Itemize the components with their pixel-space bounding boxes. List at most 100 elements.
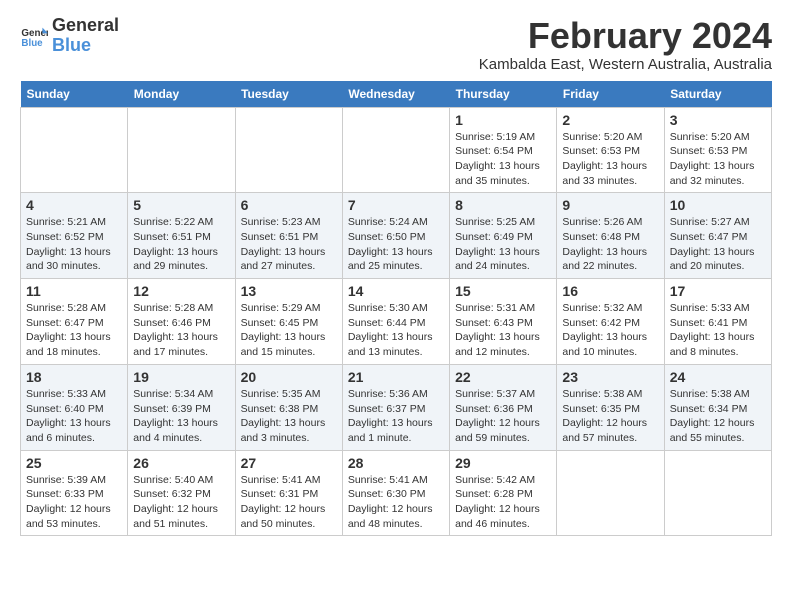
calendar-cell: 27 Sunrise: 5:41 AM Sunset: 6:31 PM Dayli… (235, 450, 342, 536)
header-area: General Blue General Blue February 2024 … (20, 16, 772, 73)
day-number: 8 (455, 197, 551, 213)
calendar-cell: 24 Sunrise: 5:38 AM Sunset: 6:34 PM Dayli… (664, 364, 771, 450)
calendar-table: SundayMondayTuesdayWednesdayThursdayFrid… (20, 81, 772, 537)
day-number: 24 (670, 369, 766, 385)
day-info: Sunrise: 5:24 AM Sunset: 6:50 PM Dayligh… (348, 215, 444, 274)
calendar-cell (235, 107, 342, 193)
calendar-cell: 29 Sunrise: 5:42 AM Sunset: 6:28 PM Dayli… (450, 450, 557, 536)
day-number: 11 (26, 283, 122, 299)
day-number: 1 (455, 112, 551, 128)
weekday-header-tuesday: Tuesday (235, 81, 342, 108)
calendar-week-row: 18 Sunrise: 5:33 AM Sunset: 6:40 PM Dayli… (21, 364, 772, 450)
calendar-cell: 4 Sunrise: 5:21 AM Sunset: 6:52 PM Daylig… (21, 193, 128, 279)
day-info: Sunrise: 5:25 AM Sunset: 6:49 PM Dayligh… (455, 215, 551, 274)
day-info: Sunrise: 5:28 AM Sunset: 6:46 PM Dayligh… (133, 301, 229, 360)
day-info: Sunrise: 5:29 AM Sunset: 6:45 PM Dayligh… (241, 301, 337, 360)
day-number: 12 (133, 283, 229, 299)
day-info: Sunrise: 5:35 AM Sunset: 6:38 PM Dayligh… (241, 387, 337, 446)
day-info: Sunrise: 5:37 AM Sunset: 6:36 PM Dayligh… (455, 387, 551, 446)
day-info: Sunrise: 5:31 AM Sunset: 6:43 PM Dayligh… (455, 301, 551, 360)
day-info: Sunrise: 5:28 AM Sunset: 6:47 PM Dayligh… (26, 301, 122, 360)
day-number: 13 (241, 283, 337, 299)
calendar-cell: 26 Sunrise: 5:40 AM Sunset: 6:32 PM Dayli… (128, 450, 235, 536)
calendar-cell: 18 Sunrise: 5:33 AM Sunset: 6:40 PM Dayli… (21, 364, 128, 450)
logo-icon: General Blue (20, 22, 48, 50)
calendar-cell (664, 450, 771, 536)
day-info: Sunrise: 5:38 AM Sunset: 6:34 PM Dayligh… (670, 387, 766, 446)
day-number: 16 (562, 283, 658, 299)
calendar-cell: 7 Sunrise: 5:24 AM Sunset: 6:50 PM Daylig… (342, 193, 449, 279)
day-info: Sunrise: 5:19 AM Sunset: 6:54 PM Dayligh… (455, 130, 551, 189)
calendar-week-row: 1 Sunrise: 5:19 AM Sunset: 6:54 PM Daylig… (21, 107, 772, 193)
day-number: 14 (348, 283, 444, 299)
day-number: 28 (348, 455, 444, 471)
calendar-cell: 2 Sunrise: 5:20 AM Sunset: 6:53 PM Daylig… (557, 107, 664, 193)
calendar-cell (557, 450, 664, 536)
day-number: 26 (133, 455, 229, 471)
day-number: 7 (348, 197, 444, 213)
calendar-cell: 9 Sunrise: 5:26 AM Sunset: 6:48 PM Daylig… (557, 193, 664, 279)
calendar-cell: 15 Sunrise: 5:31 AM Sunset: 6:43 PM Dayli… (450, 279, 557, 365)
weekday-header-friday: Friday (557, 81, 664, 108)
day-info: Sunrise: 5:41 AM Sunset: 6:31 PM Dayligh… (241, 473, 337, 532)
calendar-cell: 17Sunrise: 5:33 AM Sunset: 6:41 PM Dayli… (664, 279, 771, 365)
day-info: Sunrise: 5:39 AM Sunset: 6:33 PM Dayligh… (26, 473, 122, 532)
weekday-header-monday: Monday (128, 81, 235, 108)
day-number: 15 (455, 283, 551, 299)
weekday-header-saturday: Saturday (664, 81, 771, 108)
day-info: Sunrise: 5:22 AM Sunset: 6:51 PM Dayligh… (133, 215, 229, 274)
calendar-cell: 1 Sunrise: 5:19 AM Sunset: 6:54 PM Daylig… (450, 107, 557, 193)
subtitle: Kambalda East, Western Australia, Austra… (479, 56, 772, 73)
calendar-cell (128, 107, 235, 193)
day-info: Sunrise: 5:42 AM Sunset: 6:28 PM Dayligh… (455, 473, 551, 532)
day-info: Sunrise: 5:38 AM Sunset: 6:35 PM Dayligh… (562, 387, 658, 446)
day-number: 19 (133, 369, 229, 385)
day-number: 20 (241, 369, 337, 385)
day-number: 18 (26, 369, 122, 385)
logo-text: General Blue (52, 16, 119, 56)
day-number: 29 (455, 455, 551, 471)
weekday-header-wednesday: Wednesday (342, 81, 449, 108)
day-number: 3 (670, 112, 766, 128)
svg-text:Blue: Blue (21, 38, 43, 49)
calendar-cell: 14 Sunrise: 5:30 AM Sunset: 6:44 PM Dayli… (342, 279, 449, 365)
day-number: 27 (241, 455, 337, 471)
day-info: Sunrise: 5:21 AM Sunset: 6:52 PM Dayligh… (26, 215, 122, 274)
calendar-cell: 25Sunrise: 5:39 AM Sunset: 6:33 PM Dayli… (21, 450, 128, 536)
day-number: 23 (562, 369, 658, 385)
day-number: 5 (133, 197, 229, 213)
day-info: Sunrise: 5:40 AM Sunset: 6:32 PM Dayligh… (133, 473, 229, 532)
day-number: 2 (562, 112, 658, 128)
calendar-cell (342, 107, 449, 193)
calendar-cell: 12 Sunrise: 5:28 AM Sunset: 6:46 PM Dayli… (128, 279, 235, 365)
day-info: Sunrise: 5:20 AM Sunset: 6:53 PM Dayligh… (562, 130, 658, 189)
calendar-cell: 10 Sunrise: 5:27 AM Sunset: 6:47 PM Dayli… (664, 193, 771, 279)
weekday-header-sunday: Sunday (21, 81, 128, 108)
calendar-cell: 28Sunrise: 5:41 AM Sunset: 6:30 PM Dayli… (342, 450, 449, 536)
calendar-cell: 5 Sunrise: 5:22 AM Sunset: 6:51 PM Daylig… (128, 193, 235, 279)
calendar-week-row: 11 Sunrise: 5:28 AM Sunset: 6:47 PM Dayli… (21, 279, 772, 365)
day-info: Sunrise: 5:33 AM Sunset: 6:41 PM Dayligh… (670, 301, 766, 360)
calendar-cell (21, 107, 128, 193)
day-number: 4 (26, 197, 122, 213)
calendar-cell: 3 Sunrise: 5:20 AM Sunset: 6:53 PM Daylig… (664, 107, 771, 193)
day-info: Sunrise: 5:26 AM Sunset: 6:48 PM Dayligh… (562, 215, 658, 274)
day-info: Sunrise: 5:30 AM Sunset: 6:44 PM Dayligh… (348, 301, 444, 360)
day-info: Sunrise: 5:33 AM Sunset: 6:40 PM Dayligh… (26, 387, 122, 446)
day-info: Sunrise: 5:20 AM Sunset: 6:53 PM Dayligh… (670, 130, 766, 189)
day-number: 21 (348, 369, 444, 385)
weekday-header-thursday: Thursday (450, 81, 557, 108)
main-title: February 2024 (479, 16, 772, 56)
day-number: 10 (670, 197, 766, 213)
calendar-cell: 11 Sunrise: 5:28 AM Sunset: 6:47 PM Dayli… (21, 279, 128, 365)
day-info: Sunrise: 5:32 AM Sunset: 6:42 PM Dayligh… (562, 301, 658, 360)
calendar-cell: 19Sunrise: 5:34 AM Sunset: 6:39 PM Dayli… (128, 364, 235, 450)
day-info: Sunrise: 5:36 AM Sunset: 6:37 PM Dayligh… (348, 387, 444, 446)
day-number: 9 (562, 197, 658, 213)
calendar-cell: 23 Sunrise: 5:38 AM Sunset: 6:35 PM Dayli… (557, 364, 664, 450)
weekday-header-row: SundayMondayTuesdayWednesdayThursdayFrid… (21, 81, 772, 108)
logo: General Blue General Blue (20, 16, 119, 56)
calendar-cell: 16 Sunrise: 5:32 AM Sunset: 6:42 PM Dayli… (557, 279, 664, 365)
day-info: Sunrise: 5:27 AM Sunset: 6:47 PM Dayligh… (670, 215, 766, 274)
calendar-cell: 21 Sunrise: 5:36 AM Sunset: 6:37 PM Dayli… (342, 364, 449, 450)
